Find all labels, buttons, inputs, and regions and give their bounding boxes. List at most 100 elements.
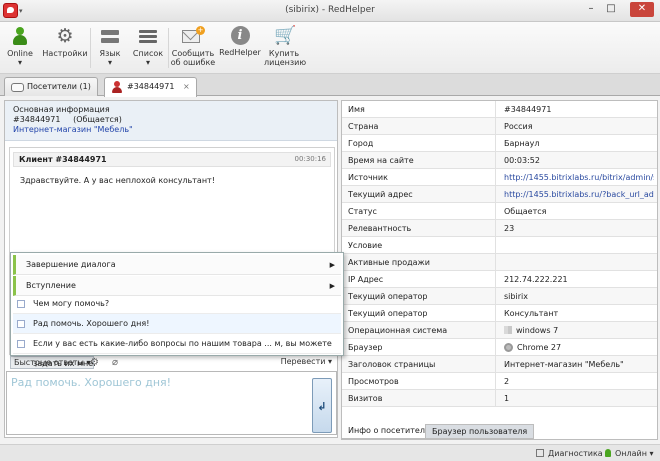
property-row: Условие bbox=[342, 237, 657, 254]
property-key: Город bbox=[348, 139, 374, 148]
column-divider bbox=[495, 186, 496, 203]
property-key: Источник bbox=[348, 173, 388, 182]
online-status-indicator[interactable]: Онлайн ▾ bbox=[605, 449, 654, 458]
close-window-button[interactable]: ✕ bbox=[630, 2, 654, 17]
tab-visitor-chat[interactable]: #34844971 × bbox=[104, 77, 197, 97]
visitor-info-heading: Основная информация bbox=[13, 105, 110, 114]
mail-plus-icon: + bbox=[182, 26, 205, 46]
property-key: Текущий адрес bbox=[348, 190, 413, 199]
message-input-text: Рад помочь. Хорошего дня! bbox=[11, 376, 172, 389]
main-toolbar: Online ▾ ⚙ Настройки Язык ▾ Список ▾ + С… bbox=[0, 22, 660, 74]
property-value: sibirix bbox=[504, 292, 528, 301]
online-user-icon bbox=[605, 449, 611, 457]
cart-icon: 🛒 bbox=[274, 25, 297, 46]
quick-answer-group[interactable]: Завершение диалога ▶ bbox=[13, 255, 341, 275]
settings-label: Настройки bbox=[42, 49, 88, 58]
property-value: Chrome 27 bbox=[504, 343, 654, 352]
property-row: Браузер Chrome 27 bbox=[342, 339, 657, 356]
quick-answer-group-label: Завершение диалога bbox=[26, 260, 116, 269]
quick-answer-item[interactable]: Если у вас есть какие-либо вопросы по на… bbox=[13, 334, 341, 368]
buy-license-button[interactable]: 🛒 Купить лицензию bbox=[264, 24, 306, 72]
title-bar: ▾ (sibirix) - RedHelper – □ ✕ bbox=[0, 0, 660, 22]
property-key: Страна bbox=[348, 122, 379, 131]
property-value: Консультант bbox=[504, 309, 559, 318]
quick-answer-group[interactable]: Вступление ▶ bbox=[13, 276, 341, 296]
visitor-info-block: Основная информация #34844971 (Общается)… bbox=[5, 101, 337, 141]
message-header: Клиент #34844971 00:30:16 bbox=[13, 152, 331, 167]
property-value: 00:03:52 bbox=[504, 156, 540, 165]
diagnostics-label: Диагностика bbox=[548, 449, 603, 458]
list-caret-icon: ▾ bbox=[145, 58, 150, 67]
property-value: Общается bbox=[504, 207, 547, 216]
language-label: Язык bbox=[99, 49, 121, 58]
property-key: Условие bbox=[348, 241, 383, 250]
online-label: Online bbox=[7, 49, 33, 58]
message-text: Здравствуйте. А у вас неплохой консульта… bbox=[20, 176, 215, 185]
property-value[interactable]: http://1455.bitrixlabs.ru/?back_url_admi… bbox=[504, 190, 654, 199]
report-bug-label-1: Сообщить bbox=[171, 49, 215, 58]
quick-answer-bullet-icon bbox=[17, 340, 25, 348]
tab-visitor-info[interactable]: Инфо о посетителе bbox=[341, 424, 437, 439]
dropdown-caret-icon: ▾ bbox=[646, 449, 654, 458]
diagnostics-button[interactable]: Диагностика bbox=[536, 449, 603, 458]
property-value: Интернет-магазин "Мебель" bbox=[504, 360, 624, 369]
translate-label: Перевести bbox=[280, 357, 326, 366]
windows-icon bbox=[504, 326, 512, 334]
column-divider bbox=[495, 169, 496, 186]
close-tab-icon[interactable]: × bbox=[183, 82, 190, 91]
message-input[interactable]: Рад помочь. Хорошего дня! bbox=[6, 371, 337, 435]
about-button[interactable]: i RedHelper bbox=[218, 24, 262, 72]
chat-bubble-icon bbox=[11, 83, 24, 92]
online-status-button[interactable]: Online ▾ bbox=[2, 24, 38, 72]
buy-license-label-1: Купить bbox=[268, 49, 300, 58]
attach-icon[interactable]: ⌀ bbox=[112, 357, 118, 368]
property-row: Релевантность 23 bbox=[342, 220, 657, 237]
report-bug-button[interactable]: + Сообщить об ошибке bbox=[170, 24, 216, 72]
language-button[interactable]: Язык ▾ bbox=[92, 24, 128, 72]
property-value[interactable]: http://1455.bitrixlabs.ru/bitrix/admin/s… bbox=[504, 173, 654, 182]
info-icon: i bbox=[230, 26, 250, 45]
property-row: Город Барнаул bbox=[342, 135, 657, 152]
column-divider bbox=[495, 271, 496, 288]
maximize-button[interactable]: □ bbox=[602, 2, 620, 17]
toolbar-divider bbox=[168, 28, 169, 68]
quick-answer-text: Чем могу помочь? bbox=[33, 299, 110, 308]
minimize-button[interactable]: – bbox=[582, 2, 600, 17]
column-divider bbox=[495, 356, 496, 373]
quick-answer-item[interactable]: Чем могу помочь? bbox=[13, 294, 341, 314]
message-author: Клиент #34844971 bbox=[19, 155, 107, 164]
property-key: Имя bbox=[348, 105, 365, 114]
quick-answer-item-selected[interactable]: Рад помочь. Хорошего дня! bbox=[13, 314, 341, 334]
translate-button[interactable]: Перевести ▾ bbox=[281, 357, 332, 366]
list-button[interactable]: Список ▾ bbox=[130, 24, 166, 72]
online-user-icon bbox=[10, 26, 30, 46]
property-value-text: Chrome 27 bbox=[517, 343, 562, 352]
tab-visitor-chat-label: #34844971 bbox=[127, 82, 175, 91]
settings-button[interactable]: ⚙ Настройки bbox=[42, 24, 88, 72]
property-row: Страна Россия bbox=[342, 118, 657, 135]
column-divider bbox=[495, 135, 496, 152]
property-key: Активные продажи bbox=[348, 258, 430, 267]
property-row: Активные продажи bbox=[342, 254, 657, 271]
property-value: Россия bbox=[504, 122, 533, 131]
visitor-shop-link[interactable]: Интернет-магазин "Мебель" bbox=[13, 125, 329, 135]
tab-visitors-label: Посетители (1) bbox=[27, 82, 91, 91]
tab-visitors[interactable]: Посетители (1) bbox=[4, 77, 98, 96]
send-button[interactable]: ↲ bbox=[312, 378, 332, 433]
property-key: Операционная система bbox=[348, 326, 448, 335]
property-value: 1 bbox=[504, 394, 510, 403]
quick-answer-bullet-icon bbox=[17, 320, 25, 328]
visitor-id: #34844971 bbox=[13, 115, 61, 124]
property-key: Просмотров bbox=[348, 377, 399, 386]
property-key: Текущий оператор bbox=[348, 309, 428, 318]
property-row: Текущий адрес http://1455.bitrixlabs.ru/?… bbox=[342, 186, 657, 203]
visitor-id-line: #34844971 (Общается) bbox=[13, 115, 329, 125]
property-value: 23 bbox=[504, 224, 515, 233]
quick-answer-bullet-icon bbox=[17, 300, 25, 308]
property-key: Заголовок страницы bbox=[348, 360, 436, 369]
tab-user-browser[interactable]: Браузер пользователя bbox=[425, 424, 535, 439]
property-row: Заголовок страницы Интернет-магазин "Мебе… bbox=[342, 356, 657, 373]
property-value: Барнаул bbox=[504, 139, 540, 148]
column-divider bbox=[495, 390, 496, 407]
property-value-text: windows 7 bbox=[516, 326, 559, 335]
